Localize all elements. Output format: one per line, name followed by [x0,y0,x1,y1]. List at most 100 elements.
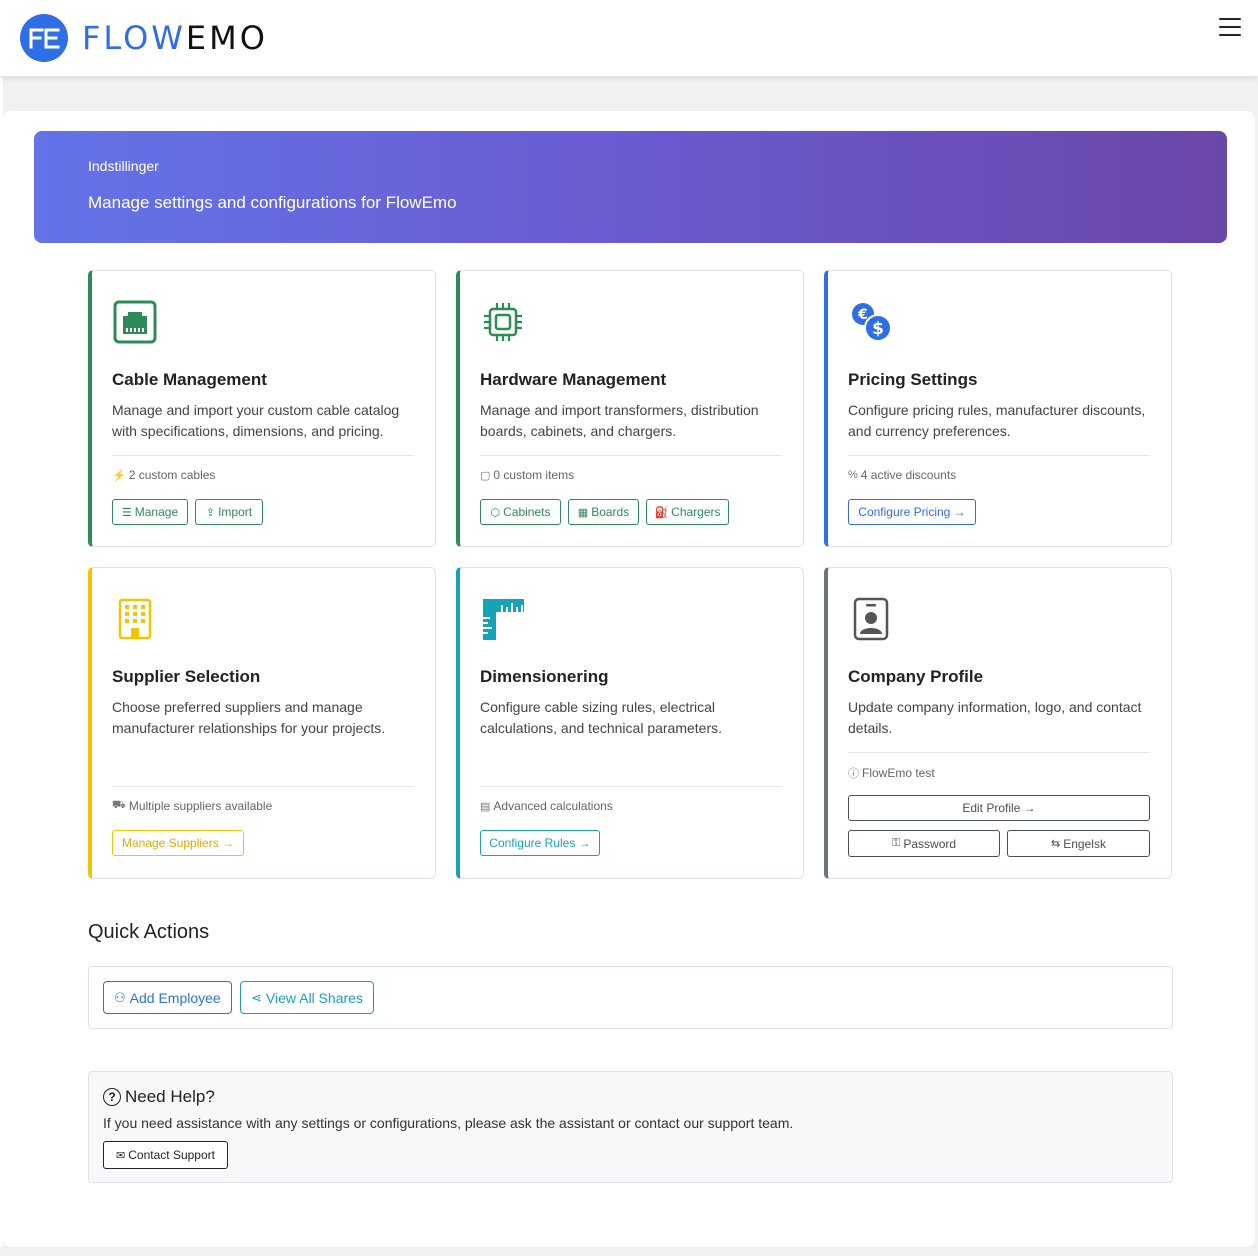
currency-exchange-icon: € $ [848,299,894,345]
card-company-profile: Company Profile Update company informati… [824,567,1172,879]
button-label: Cabinets [503,505,551,519]
card-meta: ⛟ Multiple suppliers available [112,799,272,813]
manage-cables-button[interactable]: ☰ Manage [112,499,188,525]
top-navbar: FLOW EMO [0,0,1258,77]
card-meta: ▢ 0 custom items [480,468,574,482]
translate-icon: ⇆ [1051,838,1061,850]
share-icon: ⋖ [251,989,262,1005]
banner-subtitle: Manage settings and configurations for F… [88,193,457,212]
help-panel: ? Need Help? If you need assistance with… [88,1071,1173,1183]
key-icon: ⚿ [891,837,901,849]
card-description: Manage and import your custom cable cata… [112,402,400,439]
card-meta-text: 2 custom cables [128,468,216,482]
card-divider [480,786,782,787]
button-label: Contact Support [128,1148,215,1162]
bottom-strip [0,1247,1258,1256]
person-badge-icon [848,596,894,642]
percent-icon: % [848,469,858,481]
quick-actions-title: Quick Actions [88,921,210,943]
configure-rules-button[interactable]: Configure Rules → [480,830,600,856]
box-icon: ▢ [480,469,491,482]
lightning-icon: ⚡ [112,469,126,482]
card-description: Configure cable sizing rules, electrical… [480,699,723,736]
box-icon: ⬡ [490,506,501,519]
card-divider [848,455,1150,456]
button-label: Boards [591,505,630,519]
list-icon: ☰ [121,506,132,519]
boards-button[interactable]: ▦ Boards [568,499,639,525]
button-label: Configure Pricing → [858,505,966,519]
chargers-button[interactable]: ⛽ Chargers [646,499,729,525]
card-meta: % 4 active discounts [848,468,956,482]
button-label: Edit Profile → [962,801,1036,815]
card-description: Manage and import transformers, distribu… [480,402,759,439]
brand-part-flow: FLOW [82,19,186,57]
card-title: Company Profile [848,667,984,686]
button-label: Manage [134,505,179,519]
button-label: Password [903,836,957,851]
card-title: Dimensionering [480,667,609,686]
quick-actions-panel: ⚇ Add Employee ⋖ View All Shares [88,966,1173,1029]
view-all-shares-button[interactable]: ⋖ View All Shares [240,981,374,1014]
brand-part-emo: EMO [185,19,268,57]
button-label: Engelsk [1063,836,1106,851]
truck-icon: ⛟ [112,799,126,811]
language-button[interactable]: ⇆ Engelsk [1007,830,1150,857]
card-meta-text: 4 active discounts [860,468,957,482]
hamburger-icon[interactable] [1219,18,1241,38]
card-dimensionering: Dimensionering Configure cable sizing ru… [456,567,804,879]
card-divider [480,455,782,456]
manage-suppliers-button[interactable]: Manage Suppliers → [112,830,244,856]
button-label: Import [218,505,253,519]
button-label: View All Shares [265,989,363,1006]
card-meta-text: 0 custom items [493,468,575,482]
card-meta-text: Multiple suppliers available [128,799,273,813]
contact-support-button[interactable]: ✉ Contact Support [103,1141,228,1169]
card-divider [848,752,1150,753]
settings-banner: Indstillinger Manage settings and config… [34,131,1227,243]
card-title: Pricing Settings [848,370,978,389]
question-circle-icon: ? [103,1088,121,1106]
help-title: Need Help? [125,1087,215,1106]
grid-icon: ▦ [577,506,589,519]
card-meta: ⓘ FlowEmo test [848,765,935,781]
card-meta: ▤ Advanced calculations [480,799,613,813]
card-hardware-management: Hardware Management Manage and import tr… [456,270,804,547]
card-description: Choose preferred suppliers and manage ma… [112,699,386,736]
card-divider [112,786,414,787]
card-title: Supplier Selection [112,667,261,686]
card-meta: ⚡ 2 custom cables [112,468,215,482]
card-title: Cable Management [112,370,267,389]
cpu-icon [480,299,526,345]
add-employee-button[interactable]: ⚇ Add Employee [103,981,232,1014]
brand-logo[interactable]: FLOW EMO [20,14,268,62]
button-label: Manage Suppliers → [121,836,235,850]
button-label: Chargers [671,505,721,519]
password-button[interactable]: ⚿ Password [848,830,1000,857]
cabinets-button[interactable]: ⬡ Cabinets [480,499,561,525]
envelope-icon: ✉ [116,1149,126,1162]
configure-pricing-button[interactable]: Configure Pricing → [848,499,976,525]
upload-icon: ⇪ [205,506,216,519]
help-title-row: ? Need Help? [103,1087,215,1107]
import-cables-button[interactable]: ⇪ Import [195,499,263,525]
person-plus-icon: ⚇ [114,989,126,1005]
edit-profile-button[interactable]: Edit Profile → [848,795,1150,821]
rulers-icon [480,596,526,642]
card-supplier-selection: Supplier Selection Choose preferred supp… [88,567,436,879]
help-text: If you need assistance with any settings… [103,1115,794,1131]
calculator-icon: ▤ [480,800,491,813]
card-title: Hardware Management [480,370,667,389]
ev-charger-icon: ⛽ [654,506,669,519]
card-description: Configure pricing rules, manufacturer di… [848,402,1146,439]
ethernet-icon [112,299,158,345]
info-icon: ⓘ [848,768,859,780]
banner-title: Indstillinger [88,158,159,174]
button-label: Configure Rules → [489,836,591,850]
card-divider [112,455,414,456]
brand-wordmark: FLOW EMO [82,14,268,62]
svg-text:$: $ [872,319,884,339]
card-description: Update company information, logo, and co… [848,699,1142,736]
logo-badge [20,14,68,62]
card-pricing-settings: € $ Pricing Settings Configure pricing r… [824,270,1172,547]
